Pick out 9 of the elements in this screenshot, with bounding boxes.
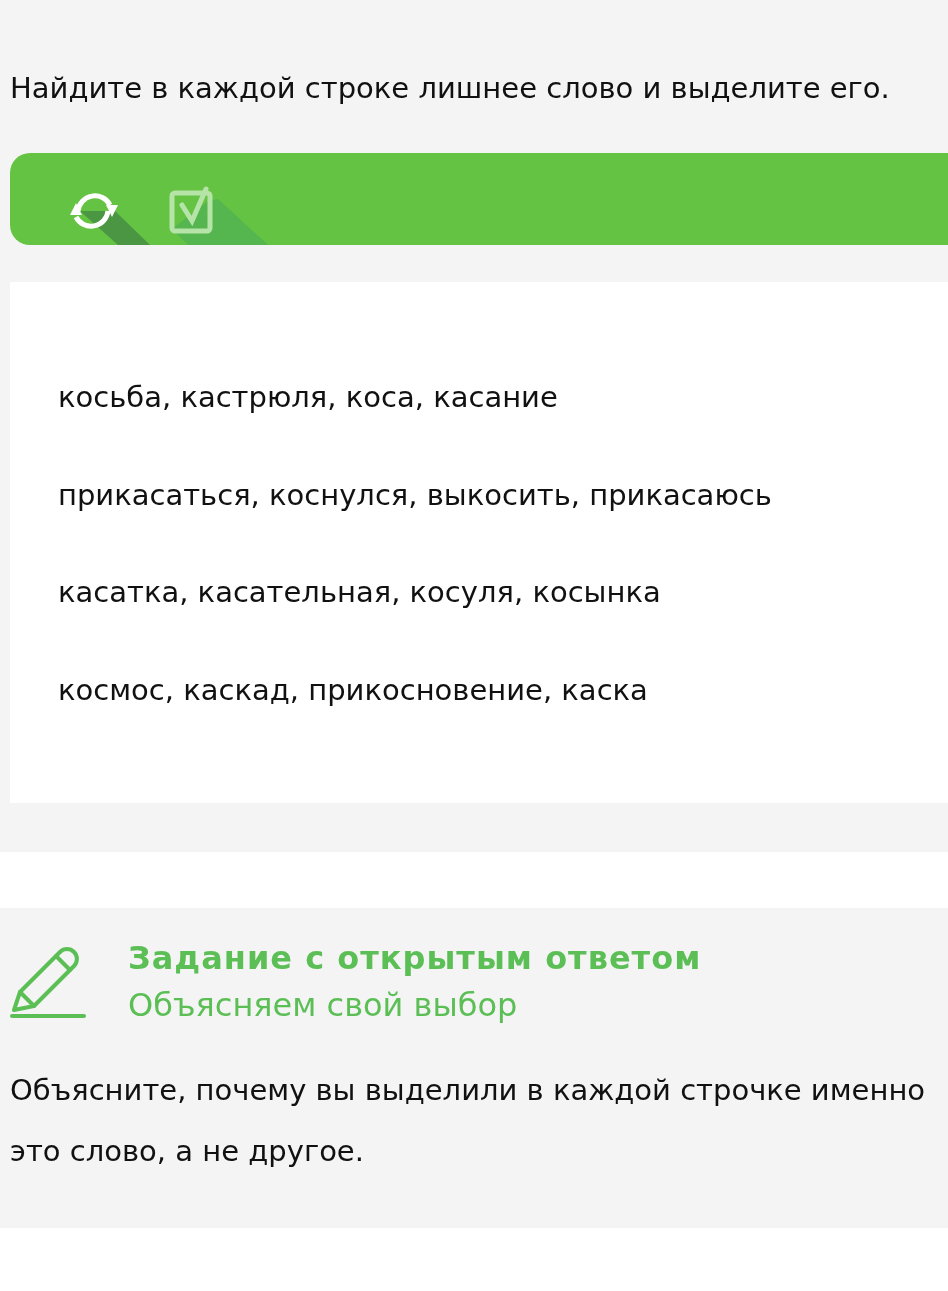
word-row[interactable]: косьба, кастрюля, коса, касание bbox=[58, 349, 948, 447]
word-row[interactable]: касатка, касательная, косуля, косынка bbox=[58, 544, 948, 642]
task-instruction: Объясните, почему вы выделили в каждой строчке именно это слово, а не другое. bbox=[10, 1072, 927, 1170]
section-subtitle: Объясняем свой выбор bbox=[128, 985, 519, 1026]
word-row[interactable]: прикасаться, коснулся, выкосить, прикасаюсь bbox=[58, 446, 948, 544]
task-instruction: Найдите в каждой строке лишнее слово и выделите его. bbox=[10, 70, 891, 107]
word-row[interactable]: космос, каскад, прикосновение, каска bbox=[58, 641, 948, 739]
section-title: Задание с открытым ответом bbox=[128, 938, 702, 979]
pencil-icon bbox=[10, 944, 86, 1020]
